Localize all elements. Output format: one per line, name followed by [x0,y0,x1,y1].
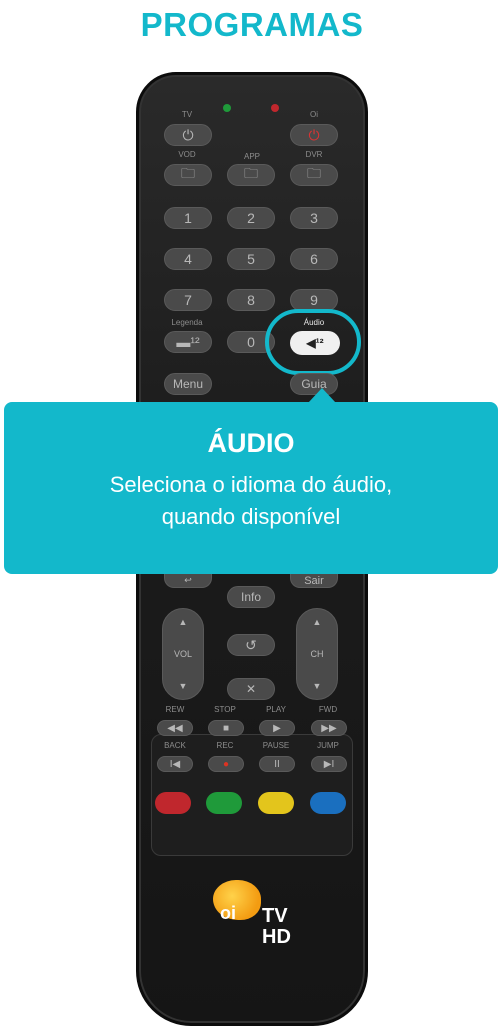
oi-label: Oi [310,110,318,119]
yellow-button[interactable] [258,792,294,814]
rec-label: REC [216,741,234,750]
forward-button[interactable]: ▶▶ [311,720,347,736]
red-led [271,104,279,112]
pause-label: PAUSE [262,741,290,750]
play-icon: ▶ [273,722,281,734]
callout-pointer [308,388,336,403]
speaker-icon: ◀¹² [306,336,324,350]
stop-icon: ■ [222,722,230,734]
menu-button[interactable]: Menu [164,373,212,395]
skip-back-icon: I◀ [169,758,181,770]
digit-1-button[interactable]: 1 [164,207,212,229]
volume-up-icon[interactable]: ▲ [179,617,188,627]
jump-label: JUMP [317,741,339,750]
return-icon: ↺ [245,636,257,653]
mute-button[interactable]: ✕ [227,678,275,700]
red-button[interactable] [155,792,191,814]
channel-up-icon[interactable]: ▲ [313,617,322,627]
tv-label: TV [181,110,193,119]
green-button[interactable] [206,792,242,814]
rewind-button[interactable]: ◀◀ [157,720,193,736]
digit-9-button[interactable]: 9 [290,289,338,311]
vod-label: VOD [178,150,196,159]
digit-6-button[interactable]: 6 [290,248,338,270]
folder-icon: 🗀 [181,165,195,181]
legenda-button[interactable]: ▬¹² [164,331,212,353]
digit-2-button[interactable]: 2 [227,207,275,229]
dvr-label: DVR [305,150,323,159]
brand-oi: oi [220,903,236,923]
info-button[interactable]: Info [227,586,275,608]
mute-icon: ✕ [245,682,257,696]
pause-button[interactable]: II [259,756,295,772]
folder-icon: 🗀 [307,165,321,181]
callout-line-2: quando disponível [161,504,341,529]
subtitle-icon: ▬¹² [176,334,200,350]
digit-5-button[interactable]: 5 [227,248,275,270]
fwd-label: FWD [318,705,338,714]
callout-title: ÁUDIO [207,428,295,458]
volume-down-icon[interactable]: ▼ [179,681,188,691]
volume-label: VOL [173,649,192,659]
rewind-icon: ◀◀ [167,722,183,734]
page-title: PROGRAMAS [140,6,364,43]
record-icon: ● [222,758,230,770]
jump-icon: ▶I [323,758,335,770]
app-label: APP [243,152,260,161]
return-icon: ↩ [184,575,192,585]
jump-button[interactable]: ▶I [311,756,347,772]
back-label: BACK [164,741,186,750]
return-button[interactable]: ↺ [227,634,275,656]
blue-button[interactable] [310,792,346,814]
folder-icon: 🗀 [244,165,258,181]
power-icon: ⏻ [182,126,194,143]
digit-8-button[interactable]: 8 [227,289,275,311]
volume-rocker[interactable]: ▲ VOL ▼ [162,608,204,700]
channel-rocker[interactable]: ▲ CH ▼ [296,608,338,700]
brand-tv: TV [262,905,288,927]
skip-back-button[interactable]: I◀ [157,756,193,772]
green-led [223,104,231,112]
play-button[interactable]: ▶ [259,720,295,736]
audio-callout: ÁUDIO Seleciona o idioma do áudio, quand… [4,402,498,574]
power-icon: ⏻ [308,126,320,143]
legenda-label: Legenda [171,318,203,327]
stop-label: STOP [214,705,236,714]
forward-icon: ▶▶ [321,722,337,734]
digit-4-button[interactable]: 4 [164,248,212,270]
play-label: PLAY [266,705,286,714]
app-button[interactable]: 🗀 [227,164,275,186]
channel-down-icon[interactable]: ▼ [313,681,322,691]
vod-button[interactable]: 🗀 [164,164,212,186]
oi-power-button[interactable]: ⏻ [290,124,338,146]
sair-button[interactable]: Sair [290,574,338,588]
audio-button[interactable]: ◀¹² [290,331,340,355]
tv-power-button[interactable]: ⏻ [164,124,212,146]
digit-7-button[interactable]: 7 [164,289,212,311]
brand-hd: HD [262,926,291,948]
record-button[interactable]: ● [208,756,244,772]
dvr-button[interactable]: 🗀 [290,164,338,186]
rew-label: REW [165,705,185,714]
back-button[interactable]: ↩ [164,574,212,588]
callout-line-1: Seleciona o idioma do áudio, [109,472,393,497]
stop-button[interactable]: ■ [208,720,244,736]
channel-label: CH [310,649,324,659]
pause-icon: II [274,758,280,770]
digit-3-button[interactable]: 3 [290,207,338,229]
